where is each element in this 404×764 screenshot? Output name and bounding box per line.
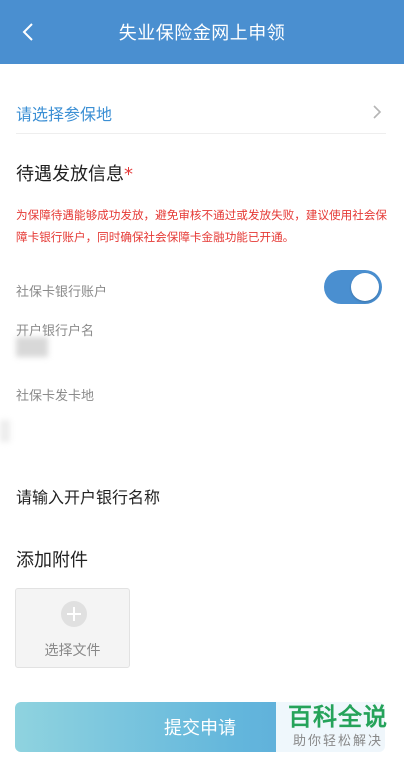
watermark-sub-text: 助你轻松解决	[292, 734, 383, 749]
choose-file-button[interactable]: 选择文件	[15, 588, 130, 668]
toggle-knob	[351, 273, 379, 301]
insured-region-label: 请选择参保地	[16, 105, 113, 124]
chevron-right-icon	[373, 105, 382, 119]
card-issuing-place-label: 社保卡发卡地	[16, 389, 95, 404]
required-mark: *	[124, 164, 133, 185]
plus-icon	[61, 601, 87, 627]
account-holder-value-redacted	[16, 337, 48, 357]
watermark-logo: 百科全说 助你轻松解决	[276, 700, 400, 760]
bank-name-input[interactable]: 请输入开户银行名称	[16, 482, 386, 510]
divider	[16, 133, 386, 134]
card-issuing-place-value-redacted	[0, 420, 10, 442]
insured-region-selector[interactable]: 请选择参保地	[0, 92, 404, 134]
choose-file-label: 选择文件	[44, 643, 101, 659]
chevron-left-icon	[22, 23, 33, 41]
benefit-section-title: 待遇发放信息*	[16, 160, 133, 186]
benefit-section-title-text: 待遇发放信息	[16, 164, 124, 185]
watermark-main-text: 百科全说	[288, 703, 388, 731]
ss-card-account-label: 社保卡银行账户	[16, 285, 108, 300]
ss-card-account-toggle[interactable]	[324, 270, 382, 304]
app-header: 失业保险金网上申领	[0, 0, 404, 64]
page-title: 失业保险金网上申领	[118, 23, 286, 44]
benefit-notice: 为保障待遇能够成功发放，避免审核不通过或发放失败，建议使用社会保障卡银行账户，同…	[16, 208, 388, 244]
back-button[interactable]	[14, 18, 42, 46]
attachments-title: 添加附件	[16, 550, 88, 571]
